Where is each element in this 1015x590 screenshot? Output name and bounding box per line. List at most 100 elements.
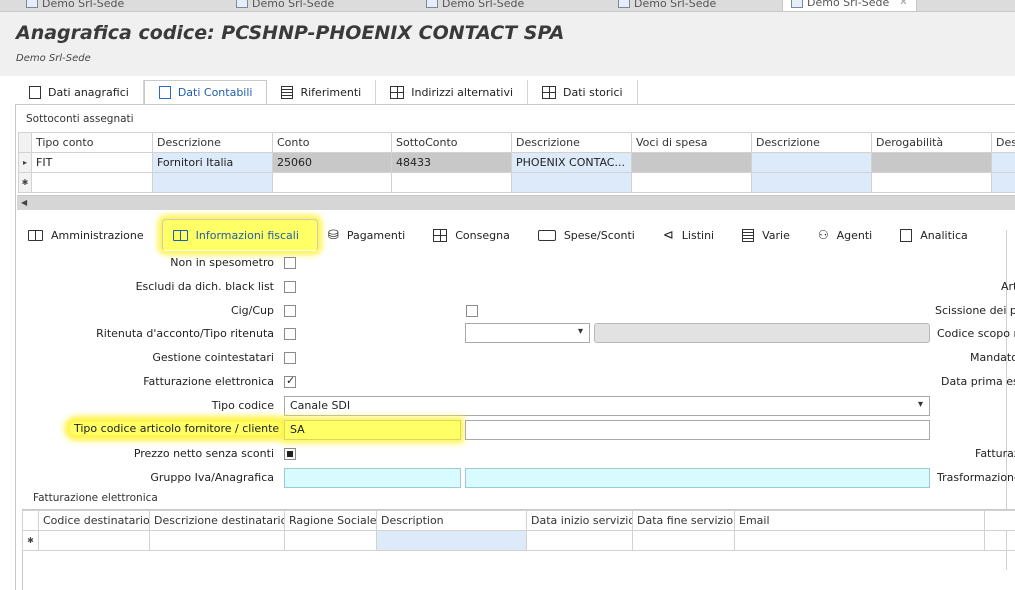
- tab-dati-storici[interactable]: Dati storici: [528, 80, 638, 105]
- new-row-icon[interactable]: ✱: [18, 172, 32, 193]
- label-tipo-codice-articolo: Tipo codice articolo fornitore / cliente: [70, 422, 284, 435]
- row-selector-icon[interactable]: ▸: [18, 152, 32, 173]
- table-row[interactable]: ▸ FIT Fornitori Italia 25060 48433 PHOEN…: [18, 152, 1015, 173]
- tipo-codice-articolo-input[interactable]: SA: [284, 420, 461, 440]
- document-tab[interactable]: Demo Srl-Sede: [610, 0, 724, 11]
- cell-conto[interactable]: 25060: [272, 152, 392, 173]
- checkbox-fatturazione-elettronica[interactable]: [284, 374, 296, 388]
- tab-consegna[interactable]: Consegna: [423, 219, 528, 251]
- tab-riferimenti[interactable]: Riferimenti: [267, 80, 377, 105]
- document-tab-strip: Demo Srl-Sede Demo Srl-Sede Demo Srl-Sed…: [0, 0, 1015, 12]
- cell-sottoconto[interactable]: 48433: [391, 152, 512, 173]
- label-scissione: Scissione dei p: [935, 304, 1015, 317]
- label-non-spesometro: Non in spesometro: [170, 256, 274, 269]
- table-new-row[interactable]: ✱: [18, 172, 1015, 193]
- gruppo-iva-description[interactable]: [465, 468, 930, 488]
- cell-descrizione-conto[interactable]: PHOENIX CONTAC...: [511, 152, 632, 173]
- column-header[interactable]: Voci di spesa: [631, 132, 752, 153]
- tab-dati-anagrafici[interactable]: Dati anagrafici: [15, 80, 144, 105]
- section-label-sottoconti: Sottoconti assegnati: [26, 113, 134, 125]
- checkbox-escludi-black-list[interactable]: [284, 281, 296, 293]
- column-header[interactable]: Descrizione: [511, 132, 632, 153]
- gruppo-iva-input[interactable]: [284, 468, 461, 488]
- column-header[interactable]: Conto: [272, 132, 392, 153]
- column-header[interactable]: Descrizione destinatario: [149, 510, 285, 531]
- label-escludi-black-list: Escludi da dich. black list: [135, 280, 274, 293]
- sub-tab-bar: Amministrazione Informazioni fiscali ⛁ Pa…: [18, 218, 986, 252]
- tab-varie[interactable]: Varie: [732, 219, 808, 251]
- horizontal-scrollbar[interactable]: ◀: [17, 195, 1015, 210]
- cell-descrizione[interactable]: Fornitori Italia: [152, 152, 273, 173]
- window-icon: [791, 0, 803, 8]
- checkbox-cig-cup-secondary[interactable]: [466, 305, 478, 317]
- document-icon: [281, 86, 294, 99]
- cell-derogabilita[interactable]: [871, 152, 992, 173]
- table-new-row[interactable]: ✱: [22, 530, 1015, 551]
- column-header[interactable]: Des: [991, 132, 1015, 153]
- tab-analitica[interactable]: Analitica: [890, 219, 986, 251]
- tipo-ritenuta-dropdown[interactable]: [465, 323, 590, 343]
- list-icon: [742, 228, 755, 242]
- label-art: Art: [1001, 280, 1015, 293]
- scroll-left-icon[interactable]: ◀: [21, 198, 27, 207]
- window-icon: [618, 0, 630, 8]
- main-tab-bar: Dati anagrafici Dati Contabili Riferimen…: [15, 80, 638, 105]
- cell-des[interactable]: [991, 152, 1015, 173]
- cell-voci-spesa[interactable]: [631, 152, 752, 173]
- label-ritenuta: Ritenuta d'acconto/Tipo ritenuta: [96, 327, 274, 340]
- section-label-fatturazione-elettronica: Fatturazione elettronica: [33, 492, 158, 504]
- tipo-codice-articolo-description[interactable]: [465, 420, 930, 440]
- cell-descrizione-voci[interactable]: [751, 152, 872, 173]
- new-row-icon[interactable]: ✱: [22, 530, 39, 551]
- checkbox-prezzo-netto[interactable]: [284, 448, 296, 460]
- label-tipo-codice: Tipo codice: [211, 399, 274, 412]
- column-header[interactable]: Ragione Sociale: [284, 510, 377, 531]
- checkbox-ritenuta[interactable]: [284, 328, 296, 340]
- tab-listini[interactable]: ⊲ Listini: [653, 219, 732, 251]
- column-header[interactable]: Derogabilità: [871, 132, 992, 153]
- column-header[interactable]: SottoConto: [391, 132, 512, 153]
- column-header[interactable]: Data inizio servizio: [526, 510, 633, 531]
- checkbox-gestione-cointestatari[interactable]: [284, 352, 296, 364]
- column-header[interactable]: Description: [376, 510, 527, 531]
- document-tab[interactable]: Demo Srl-Sede: [418, 0, 532, 11]
- grid-header-row: Codice destinatario Descrizione destinat…: [22, 510, 1015, 531]
- document-tab[interactable]: Demo Srl-Sede: [18, 0, 132, 11]
- window-icon: [26, 0, 38, 8]
- card-icon: [537, 229, 556, 241]
- label-cig-cup: Cig/Cup: [230, 304, 274, 317]
- people-icon: ⚇: [817, 228, 829, 242]
- tab-amministrazione[interactable]: Amministrazione: [18, 219, 162, 251]
- tab-pagamenti[interactable]: ⛁ Pagamenti: [318, 219, 423, 251]
- column-header[interactable]: Codice destinatario: [38, 510, 150, 531]
- book-icon: [28, 229, 43, 241]
- column-header[interactable]: Descrizione: [152, 132, 273, 153]
- sottoconti-grid[interactable]: Tipo conto Descrizione Conto SottoConto …: [18, 132, 1015, 193]
- column-header[interactable]: Tipo conto: [31, 132, 153, 153]
- company-subtitle: Demo Srl-Sede: [16, 53, 91, 64]
- tipo-codice-dropdown[interactable]: Canale SDI: [284, 396, 930, 416]
- window-icon: [236, 0, 248, 8]
- column-header[interactable]: Descrizione: [751, 132, 872, 153]
- label-gestione-cointestatari: Gestione cointestatari: [152, 351, 274, 364]
- tab-dati-contabili[interactable]: Dati Contabili: [143, 80, 268, 105]
- column-header[interactable]: Data fine servizio: [632, 510, 735, 531]
- tag-icon: ⊲: [662, 227, 674, 243]
- document-tab[interactable]: Demo Srl-Sede: [228, 0, 342, 11]
- tab-informazioni-fiscali[interactable]: Informazioni fiscali: [161, 219, 318, 251]
- grid-header-row: Tipo conto Descrizione Conto SottoConto …: [18, 132, 1015, 153]
- label-fatturazione: Fatturaz: [975, 447, 1015, 460]
- checkbox-non-spesometro[interactable]: [284, 257, 296, 269]
- checkbox-cig-cup[interactable]: [284, 305, 296, 317]
- cell-tipo-conto[interactable]: FIT: [31, 152, 153, 173]
- column-header[interactable]: Email: [734, 510, 985, 531]
- close-icon[interactable]: ✕: [899, 0, 907, 8]
- fatturazione-elettronica-grid[interactable]: Codice destinatario Descrizione destinat…: [22, 510, 1015, 551]
- grid-icon: [542, 86, 557, 99]
- tab-indirizzi-alternativi[interactable]: Indirizzi alternativi: [376, 80, 529, 105]
- window-icon: [426, 0, 438, 8]
- document-tab-active[interactable]: Demo Srl-Sede ✕: [782, 0, 917, 11]
- tab-spese-sconti[interactable]: Spese/Sconti: [528, 219, 653, 251]
- tab-agenti[interactable]: ⚇ Agenti: [808, 219, 890, 251]
- calendar-icon: [433, 228, 448, 242]
